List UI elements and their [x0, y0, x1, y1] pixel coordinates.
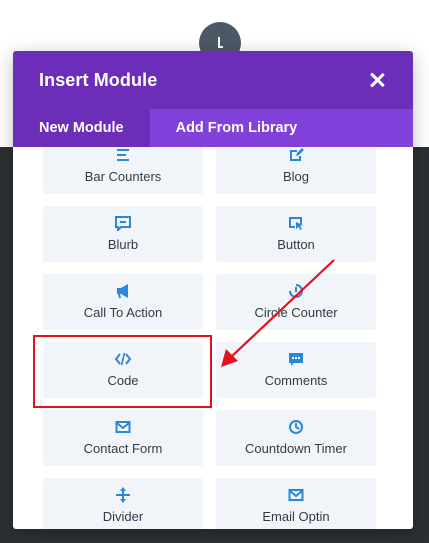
annotation-arrow	[221, 259, 335, 367]
